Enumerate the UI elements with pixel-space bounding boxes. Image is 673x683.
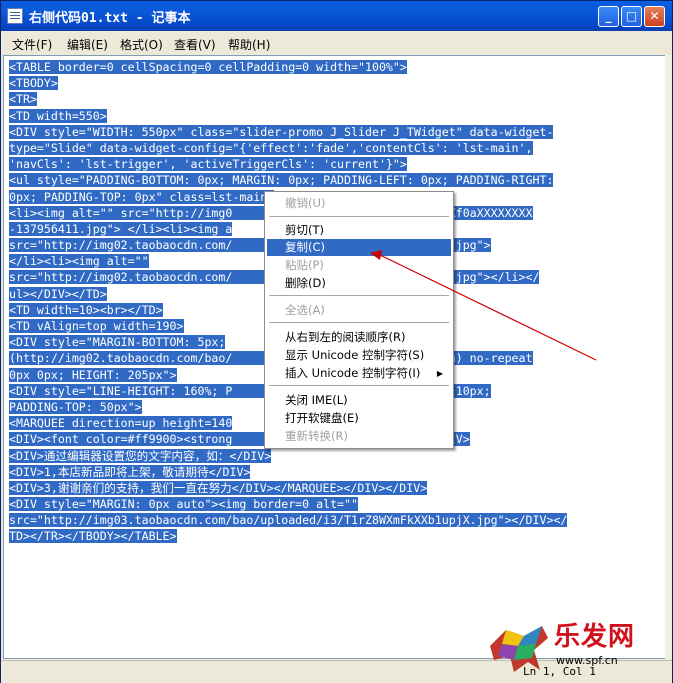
menu-separator — [269, 385, 449, 386]
text-line: <TABLE border=0 cellSpacing=0 cellPaddin… — [9, 59, 567, 75]
context-menu-close-ime[interactable]: 关闭 IME(L) — [267, 392, 451, 409]
text-line: <DIV>3,谢谢亲们的支持，我们一直在努力</DIV></MARQUEE></… — [9, 480, 567, 496]
selected-text: 0px 0px; HEIGHT: 205px"> — [9, 367, 177, 382]
selected-text: <DIV style="WIDTH: 550px" class="slider-… — [9, 124, 554, 139]
selected-text: <TBODY> — [9, 76, 58, 91]
selected-text: <TD width=550> — [9, 108, 107, 123]
menu-file[interactable]: 文件(F) — [12, 36, 52, 53]
text-line: <TBODY> — [9, 75, 567, 91]
context-menu-label: 关闭 IME(L) — [285, 393, 348, 407]
context-menu-label: 插入 Unicode 控制字符(I) — [285, 366, 421, 380]
menu-bar: 文件(F) 编辑(E) 格式(O) 查看(V) 帮助(H) — [1, 32, 672, 54]
title-bar[interactable]: 右侧代码01.txt - 记事本 _ □ ✕ — [1, 1, 672, 31]
text-line: type="Slide" data-widget-config="{'effec… — [9, 140, 567, 156]
text-line: TD></TR></TBODY></TABLE> — [9, 528, 567, 544]
menu-help[interactable]: 帮助(H) — [228, 36, 270, 53]
selected-text: <TR> — [9, 92, 37, 107]
selected-text: type="Slide" data-widget-config="{'effec… — [9, 140, 533, 155]
selected-text: 'navCls': 'lst-trigger', 'activeTriggerC… — [9, 157, 407, 172]
context-menu-paste[interactable]: 粘贴(P) — [267, 257, 451, 274]
context-menu-label: 打开软键盘(E) — [285, 411, 359, 425]
selected-text: <MARQUEE direction=up height=140 — [9, 416, 233, 431]
selected-text: <DIV>3,谢谢亲们的支持，我们一直在努力</DIV></MARQUEE></… — [9, 480, 428, 495]
context-menu-delete[interactable]: 删除(D) — [267, 275, 451, 292]
context-menu-copy[interactable]: 复制(C) — [267, 239, 451, 256]
menu-separator — [269, 295, 449, 296]
context-menu-label: 复制(C) — [285, 240, 326, 254]
selected-text: PADDING-TOP: 50px"> — [9, 399, 142, 414]
selected-text: <DIV style="MARGIN-BOTTOM: 5px; — [9, 335, 226, 350]
context-menu-rtl-reading-order[interactable]: 从右到左的阅读顺序(R) — [267, 329, 451, 346]
context-menu-open-soft-keyboard[interactable]: 打开软键盘(E) — [267, 410, 451, 427]
selected-text: </li><li><img alt="" — [9, 254, 149, 269]
menu-view[interactable]: 查看(V) — [174, 36, 216, 53]
text-line: <TR> — [9, 91, 567, 107]
maximize-button[interactable]: □ — [621, 6, 642, 27]
context-menu: 撤销(U) 剪切(T) 复制(C) 粘贴(P) 删除(D) 全选(A) 从右到左的阅读顺序(… — [264, 191, 454, 449]
vertical-scrollbar[interactable] — [665, 55, 671, 659]
context-menu-label: 从右到左的阅读顺序(R) — [285, 330, 406, 344]
window-title: 右侧代码01.txt - 记事本 — [29, 11, 191, 26]
watermark: 乐发网 www.spf.cn — [484, 616, 670, 676]
menu-separator — [269, 322, 449, 323]
context-menu-insert-unicode-control[interactable]: 插入 Unicode 控制字符(I) ▶ — [267, 365, 451, 382]
context-menu-label: 剪切(T) — [285, 223, 324, 237]
text-line: <TD width=550> — [9, 108, 567, 124]
selected-text: 0px; PADDING-TOP: 0px" class=lst-main> — [9, 189, 275, 204]
context-menu-label: 撤销(U) — [285, 196, 326, 210]
menu-edit[interactable]: 编辑(E) — [67, 36, 108, 53]
selected-text: <TD vAlign=top width=190> — [9, 319, 184, 333]
text-line: <DIV>1,本店新品即将上架，敬请期待</DIV> — [9, 464, 567, 480]
close-button[interactable]: ✕ — [644, 6, 665, 27]
context-menu-label: 显示 Unicode 控制字符(S) — [285, 348, 425, 362]
selected-text: ul></DIV></TD> — [9, 286, 107, 301]
selected-text: <DIV>通过编辑器设置您的文字内容，如：</DIV> — [9, 448, 272, 463]
selected-text: src="http://img03.taobaocdn.com/bao/uplo… — [9, 513, 568, 528]
text-line: <ul style="PADDING-BOTTOM: 0px; MARGIN: … — [9, 172, 567, 188]
context-menu-cut[interactable]: 剪切(T) — [267, 222, 451, 239]
selected-text: <TABLE border=0 cellSpacing=0 cellPaddin… — [9, 60, 407, 74]
text-line: <DIV style="WIDTH: 550px" class="slider-… — [9, 124, 567, 140]
context-menu-label: 全选(A) — [285, 303, 325, 317]
context-menu-undo[interactable]: 撤销(U) — [267, 195, 451, 212]
context-menu-reconvert[interactable]: 重新转换(R) — [267, 428, 451, 445]
text-line: <DIV style="MARGIN: 0px auto"><img borde… — [9, 496, 567, 512]
selected-text: TD></TR></TBODY></TABLE> — [9, 529, 177, 544]
watermark-url: www.spf.cn — [556, 654, 618, 667]
ox-logo-icon — [490, 626, 548, 672]
submenu-arrow-icon: ▶ — [436, 369, 443, 378]
minimize-button[interactable]: _ — [598, 6, 619, 27]
watermark-brand: 乐发网 — [554, 622, 636, 652]
text-line: src="http://img03.taobaocdn.com/bao/uplo… — [9, 512, 568, 528]
context-menu-select-all[interactable]: 全选(A) — [267, 302, 451, 319]
selected-text: <DIV>1,本店新品即将上架，敬请期待</DIV> — [9, 464, 251, 479]
selected-text: <DIV style="MARGIN: 0px auto"><img borde… — [9, 497, 359, 512]
selected-text: <TD width=10><br></TD> — [9, 302, 163, 317]
selected-text: -137956411.jpg"> </li><li><img a — [9, 221, 233, 236]
notepad-icon — [7, 8, 23, 24]
context-menu-label: 删除(D) — [285, 276, 326, 290]
context-menu-show-unicode-control[interactable]: 显示 Unicode 控制字符(S) — [267, 347, 451, 364]
text-line: <DIV>通过编辑器设置您的文字内容，如：</DIV> — [9, 448, 567, 464]
menu-format[interactable]: 格式(O) — [120, 36, 163, 53]
text-line: 'navCls': 'lst-trigger', 'activeTriggerC… — [9, 156, 567, 172]
context-menu-label: 粘贴(P) — [285, 258, 324, 272]
menu-separator — [269, 216, 449, 217]
selected-text: <ul style="PADDING-BOTTOM: 0px; MARGIN: … — [9, 173, 554, 188]
context-menu-label: 重新转换(R) — [285, 429, 348, 443]
